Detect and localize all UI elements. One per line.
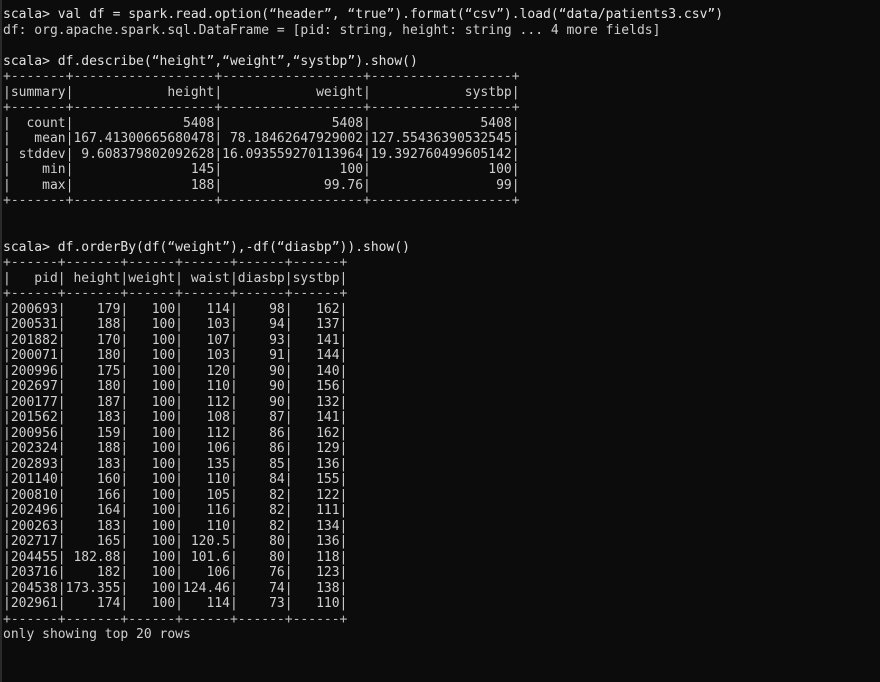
table-row: |200263| 183| 100| 110| 82| 134| xyxy=(3,518,348,534)
table-row: |202697| 180| 100| 110| 90| 156| xyxy=(3,379,348,394)
terminal-window[interactable]: scala> val df = spark.read.option(“heade… xyxy=(0,0,880,682)
table-row: |201140| 160| 100| 110| 84| 155| xyxy=(3,472,348,487)
table-row: |201562| 183| 100| 108| 87| 141| xyxy=(3,410,348,425)
table-row: |202961| 174| 100| 114| 73| 110| xyxy=(3,596,348,611)
orderby-table-rule-mid: +------+-------+------+------+------+---… xyxy=(3,286,348,301)
command-load-csv[interactable]: scala> val df = spark.read.option(“heade… xyxy=(3,7,880,23)
blank-line-1 xyxy=(3,38,880,54)
table-row: |202496| 164| 100| 116| 82| 111| xyxy=(3,503,348,518)
table-row: |200177| 187| 100| 112| 90| 132| xyxy=(3,394,348,410)
describe-row-stddev: | stddev| 9.608379802092628|16.093559270… xyxy=(3,146,520,162)
describe-table-rule-mid: +-------+------------------+------------… xyxy=(3,100,520,115)
command-orderby[interactable]: scala> df.orderBy(df(“weight”),-df(“dias… xyxy=(3,240,880,256)
command-describe[interactable]: scala> df.describe(“height”,“weight”,“sy… xyxy=(3,54,880,70)
table-row: |202324| 188| 100| 106| 86| 129| xyxy=(3,441,348,456)
table-row: |200693| 179| 100| 114| 98| 162| xyxy=(3,301,348,317)
table-row: |200531| 188| 100| 103| 94| 137| xyxy=(3,317,348,332)
table-row: |200996| 175| 100| 120| 90| 140| xyxy=(3,363,348,379)
table-row: |202717| 165| 100| 120.5| 80| 136| xyxy=(3,534,348,549)
table-row: |200956| 159| 100| 112| 86| 162| xyxy=(3,425,348,441)
describe-table-rule-top: +-------+------------------+------------… xyxy=(3,69,520,84)
describe-table-header: |summary| height| weight| systbp| xyxy=(3,84,520,100)
table-row: |201882| 170| 100| 107| 93| 141| xyxy=(3,332,348,348)
table-row: |200810| 166| 100| 105| 82| 122| xyxy=(3,487,348,503)
table-row: |202893| 183| 100| 135| 85| 136| xyxy=(3,456,348,472)
describe-row-min: | min| 145| 100| 100| xyxy=(3,162,520,177)
orderby-table-header: | pid| height|weight| waist|diasbp|systb… xyxy=(3,270,348,286)
describe-table-rule-bottom: +-------+------------------+------------… xyxy=(3,193,520,208)
table-row: |200071| 180| 100| 103| 91| 144| xyxy=(3,348,348,363)
blank-line-2 xyxy=(3,209,880,225)
result-dataframe-schema: df: org.apache.spark.sql.DataFrame = [pi… xyxy=(3,22,661,38)
describe-row-mean: | mean|167.41300665680478| 78.1846264792… xyxy=(3,131,520,146)
table-row: |203716| 182| 100| 106| 76| 123| xyxy=(3,565,348,580)
orderby-table-rule-bottom: +------+-------+------+------+------+---… xyxy=(3,611,348,627)
blank-line-3 xyxy=(3,224,880,240)
terminal-screen[interactable]: scala> val df = spark.read.option(“heade… xyxy=(0,7,880,643)
table-row: |204538|173.355| 100|124.46| 74| 138| xyxy=(3,580,348,596)
table-row: |204455| 182.88| 100| 101.6| 80| 118| xyxy=(3,549,348,565)
truncation-notice: only showing top 20 rows xyxy=(3,627,191,642)
orderby-table-rule-top: +------+-------+------+------+------+---… xyxy=(3,255,348,270)
describe-row-max: | max| 188| 99.76| 99| xyxy=(3,177,520,193)
describe-row-count: | count| 5408| 5408| 5408| xyxy=(3,115,520,131)
